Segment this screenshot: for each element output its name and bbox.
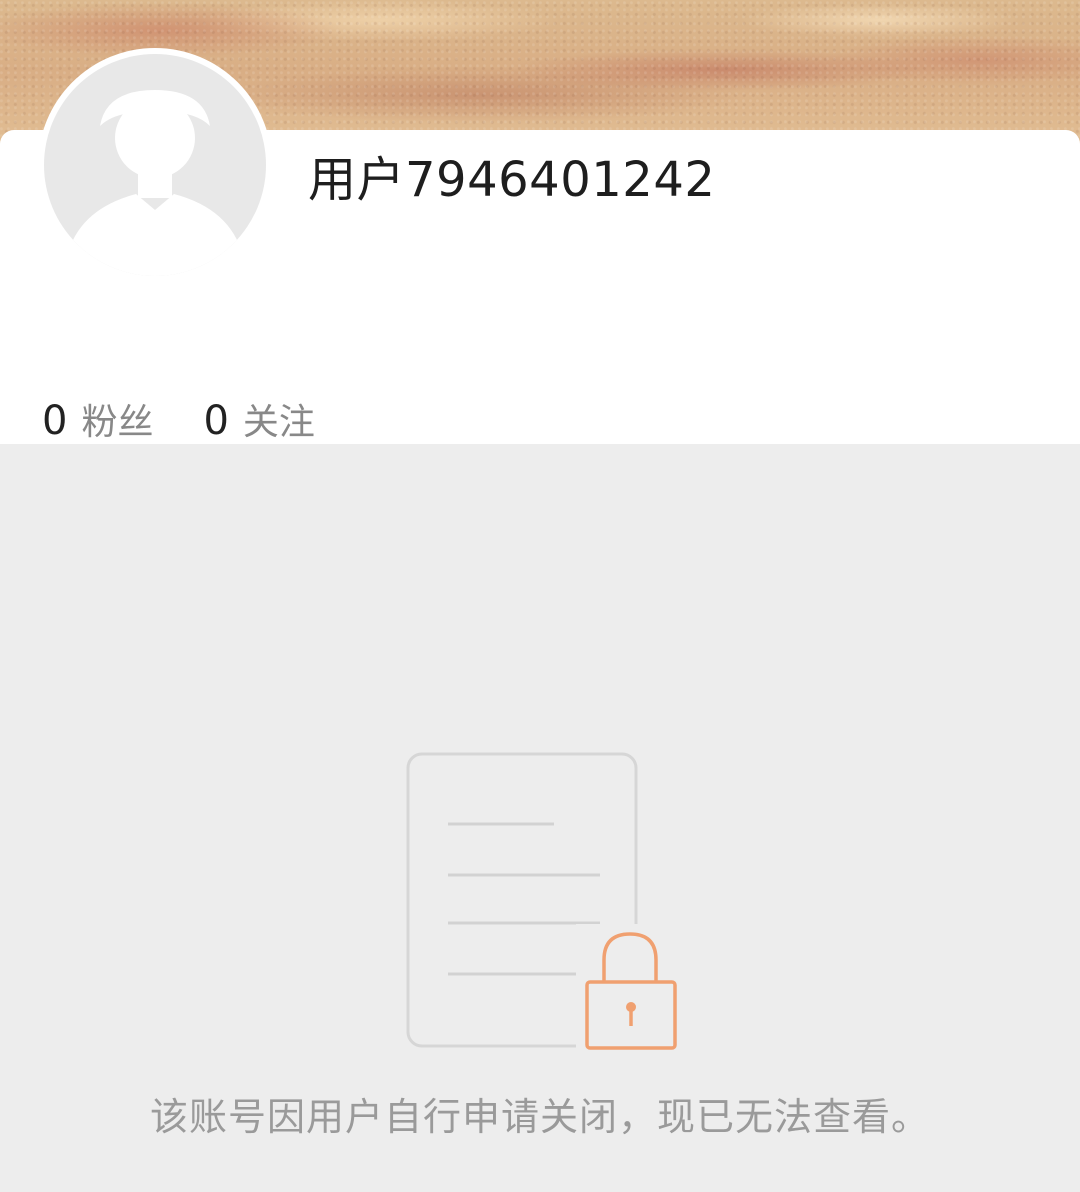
following-count: 0 <box>203 398 229 444</box>
avatar[interactable] <box>38 48 272 282</box>
profile-stats: 0 粉丝 0 关注 <box>42 393 365 445</box>
locked-document-icon <box>400 746 690 1056</box>
profile-page: 用户7946401242 0 粉丝 0 关注 该账号因用户自行申请关闭，现已无法… <box>0 0 1080 1192</box>
following-label: 关注 <box>242 402 315 443</box>
account-closed-message: 该账号因用户自行申请关闭，现已无法查看。 <box>149 1095 930 1139</box>
username: 用户7946401242 <box>308 152 716 208</box>
followers-count: 0 <box>42 398 68 444</box>
followers-stat[interactable]: 0 粉丝 <box>42 393 153 445</box>
following-stat[interactable]: 0 关注 <box>203 393 314 445</box>
followers-label: 粉丝 <box>81 402 154 443</box>
default-avatar-silhouette-icon <box>44 54 266 276</box>
